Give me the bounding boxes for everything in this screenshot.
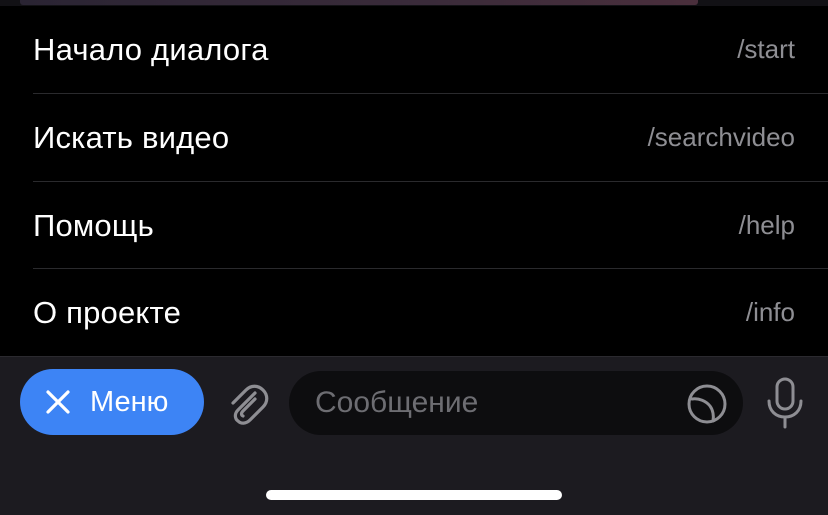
command-code: /info	[745, 297, 795, 327]
command-item-info[interactable]: О проекте /info	[33, 269, 795, 356]
command-item-start[interactable]: Начало диалога /start	[33, 6, 795, 93]
command-item-help[interactable]: Помощь /help	[33, 182, 795, 269]
menu-button-label: Меню	[90, 386, 169, 418]
home-indicator	[266, 490, 562, 500]
menu-button[interactable]: Меню	[20, 369, 204, 435]
paperclip-icon[interactable]	[222, 379, 272, 429]
sticker-icon[interactable]	[686, 383, 728, 425]
command-title: Искать видео	[33, 119, 230, 155]
microphone-icon[interactable]	[762, 377, 808, 429]
chat-screen: Начало диалога /start Искать видео /sear…	[0, 0, 828, 515]
command-code: /searchvideo	[647, 122, 795, 152]
command-title: Начало диалога	[33, 31, 269, 67]
close-icon	[46, 390, 70, 414]
message-field[interactable]	[289, 371, 743, 435]
command-title: Помощь	[33, 207, 154, 243]
command-code: /start	[737, 34, 795, 64]
command-title: О проекте	[33, 294, 182, 330]
message-media-edge	[20, 0, 698, 5]
command-item-searchvideo[interactable]: Искать видео /searchvideo	[33, 94, 795, 181]
bot-commands-panel: Начало диалога /start Искать видео /sear…	[0, 6, 828, 356]
command-code: /help	[738, 210, 795, 240]
message-input-bar: Меню	[0, 356, 828, 515]
message-input[interactable]	[315, 371, 685, 435]
